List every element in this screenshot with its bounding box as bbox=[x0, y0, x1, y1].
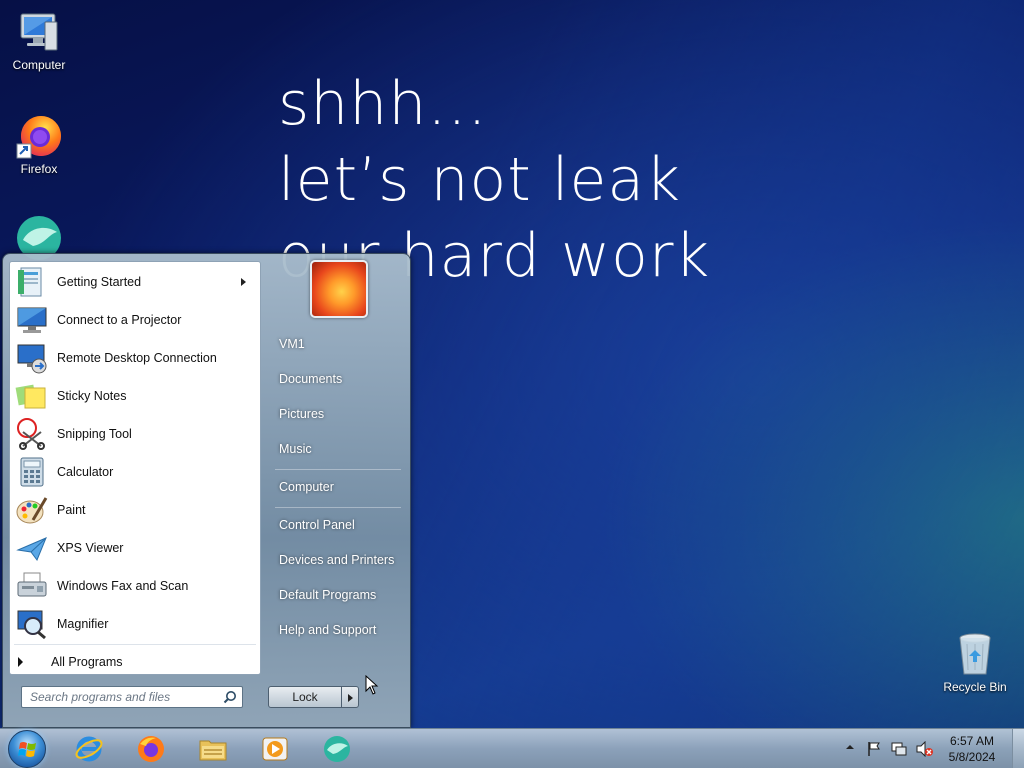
firefox-icon bbox=[138, 736, 164, 762]
all-programs-button[interactable]: All Programs bbox=[18, 651, 123, 673]
desktop-icon-label: Computer bbox=[12, 58, 66, 72]
volume-muted-icon[interactable] bbox=[916, 741, 934, 757]
program-snipping-tool[interactable]: Snipping Tool bbox=[12, 416, 258, 452]
network-icon[interactable] bbox=[891, 741, 907, 757]
taskbar: 6:57 AM 5/8/2024 bbox=[0, 728, 1024, 768]
wallpaper-line-1: shhh... bbox=[278, 69, 488, 139]
start-item-pictures[interactable]: Pictures bbox=[269, 400, 405, 428]
search-input[interactable]: Search programs and files bbox=[21, 686, 243, 708]
mouse-cursor-icon bbox=[365, 675, 379, 695]
internet-explorer-icon bbox=[75, 736, 103, 762]
program-label: Remote Desktop Connection bbox=[57, 351, 217, 365]
calculator-icon bbox=[15, 456, 49, 488]
start-menu-programs-pane: Getting Started Connect to a Projector R… bbox=[9, 261, 261, 675]
start-item-computer[interactable]: Computer bbox=[269, 473, 405, 501]
program-sticky-notes[interactable]: Sticky Notes bbox=[12, 378, 258, 414]
desktop-icon-computer[interactable]: Computer bbox=[0, 8, 78, 72]
program-label: Magnifier bbox=[57, 617, 109, 631]
start-item-user-folder[interactable]: VM1 bbox=[269, 330, 405, 358]
system-clock[interactable]: 6:57 AM 5/8/2024 bbox=[936, 733, 1008, 765]
desktop-icon-recycle-bin[interactable]: Recycle Bin bbox=[936, 630, 1014, 694]
wallpaper-line-2: let’s not leak bbox=[278, 145, 681, 215]
xps-viewer-icon bbox=[15, 532, 49, 564]
program-xps-viewer[interactable]: XPS Viewer bbox=[12, 530, 258, 566]
start-item-music[interactable]: Music bbox=[269, 435, 405, 463]
show-desktop-button[interactable] bbox=[1012, 729, 1024, 768]
taskbar-firefox[interactable] bbox=[124, 731, 178, 767]
divider bbox=[275, 469, 401, 470]
program-calculator[interactable]: Calculator bbox=[12, 454, 258, 490]
program-connect-to-projector[interactable]: Connect to a Projector bbox=[12, 302, 258, 338]
expand-arrow-icon bbox=[18, 657, 23, 667]
search-icon[interactable] bbox=[223, 690, 237, 704]
media-player-icon bbox=[262, 737, 288, 761]
paint-icon bbox=[15, 494, 49, 526]
taskbar-file-explorer[interactable] bbox=[186, 731, 240, 767]
firefox-icon bbox=[15, 112, 63, 160]
action-center-flag-icon[interactable] bbox=[866, 741, 882, 757]
getting-started-icon bbox=[15, 266, 49, 298]
program-label: Calculator bbox=[57, 465, 114, 479]
divider bbox=[275, 507, 401, 508]
app-icon bbox=[324, 736, 350, 762]
program-getting-started[interactable]: Getting Started bbox=[12, 264, 258, 300]
program-label: XPS Viewer bbox=[57, 541, 124, 555]
taskbar-app[interactable] bbox=[310, 731, 364, 767]
clock-date: 5/8/2024 bbox=[948, 750, 996, 764]
sticky-notes-icon bbox=[15, 380, 49, 412]
show-hidden-icons-icon[interactable] bbox=[845, 742, 855, 752]
desktop-icon-label: Firefox bbox=[20, 162, 58, 176]
program-windows-fax-and-scan[interactable]: Windows Fax and Scan bbox=[12, 568, 258, 604]
program-label: Paint bbox=[57, 503, 86, 517]
magnifier-icon bbox=[15, 608, 49, 640]
start-item-documents[interactable]: Documents bbox=[269, 365, 405, 393]
submenu-arrow-icon bbox=[241, 278, 246, 286]
program-remote-desktop[interactable]: Remote Desktop Connection bbox=[12, 340, 258, 376]
computer-icon bbox=[15, 8, 63, 56]
snipping-tool-icon bbox=[15, 418, 49, 450]
program-label: Snipping Tool bbox=[57, 427, 132, 441]
shutdown-options-button[interactable] bbox=[341, 686, 359, 708]
windows-logo-icon bbox=[18, 742, 36, 757]
program-label: Getting Started bbox=[57, 275, 142, 289]
lock-button[interactable]: Lock bbox=[268, 686, 342, 708]
file-explorer-icon bbox=[199, 740, 227, 761]
program-magnifier[interactable]: Magnifier bbox=[12, 606, 258, 642]
user-picture-avatar[interactable] bbox=[310, 260, 368, 318]
search-placeholder: Search programs and files bbox=[30, 690, 171, 704]
program-label: Sticky Notes bbox=[57, 389, 127, 403]
taskbar-internet-explorer[interactable] bbox=[62, 731, 116, 767]
remote-desktop-icon bbox=[15, 342, 49, 374]
chevron-right-icon bbox=[348, 694, 353, 702]
start-item-control-panel[interactable]: Control Panel bbox=[269, 511, 405, 539]
program-label: Windows Fax and Scan bbox=[57, 579, 189, 593]
fax-scan-icon bbox=[15, 570, 49, 602]
start-menu-places-pane: VM1 Documents Pictures Music Computer Co… bbox=[265, 254, 409, 729]
start-menu: Getting Started Connect to a Projector R… bbox=[2, 253, 411, 728]
recycle-bin-icon bbox=[951, 630, 999, 678]
divider bbox=[14, 644, 256, 645]
start-item-devices-and-printers[interactable]: Devices and Printers bbox=[269, 546, 405, 574]
start-button[interactable] bbox=[8, 730, 46, 768]
projector-icon bbox=[15, 304, 49, 336]
desktop-icon-label: Recycle Bin bbox=[943, 680, 1007, 694]
desktop-icon-firefox[interactable]: Firefox bbox=[0, 112, 78, 176]
program-label: Connect to a Projector bbox=[57, 313, 182, 327]
taskbar-media-player[interactable] bbox=[248, 731, 302, 767]
program-paint[interactable]: Paint bbox=[12, 492, 258, 528]
clock-time: 6:57 AM bbox=[949, 734, 995, 748]
start-item-help-and-support[interactable]: Help and Support bbox=[269, 616, 405, 644]
start-item-default-programs[interactable]: Default Programs bbox=[269, 581, 405, 609]
all-programs-label: All Programs bbox=[51, 655, 123, 669]
